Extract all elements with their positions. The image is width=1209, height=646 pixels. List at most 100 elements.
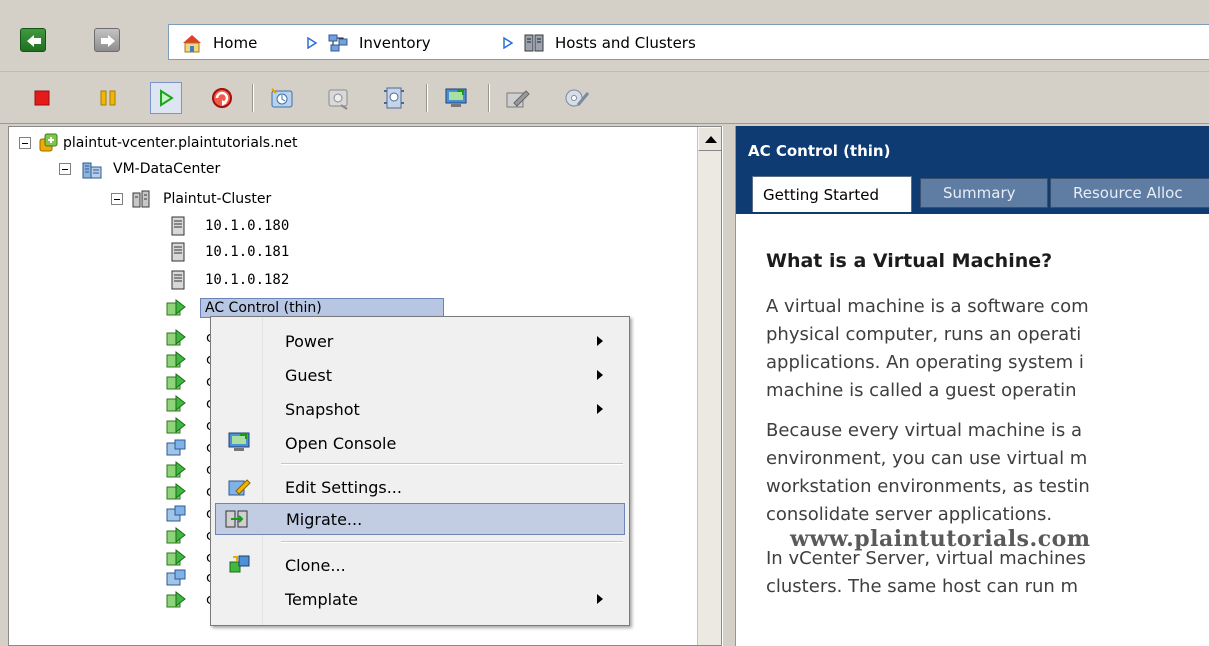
back-button[interactable] bbox=[20, 28, 46, 52]
tree-item-vm[interactable]: c bbox=[166, 547, 214, 569]
forward-button[interactable] bbox=[94, 28, 120, 52]
vm-powered-on-icon bbox=[166, 460, 186, 478]
content-text: clusters. The same host can run m bbox=[766, 576, 1079, 597]
collapse-toggle[interactable] bbox=[59, 163, 71, 175]
clone-icon bbox=[229, 555, 250, 573]
content-text: consolidate server applications. bbox=[766, 504, 1053, 525]
collapse-toggle[interactable] bbox=[19, 137, 31, 149]
tree-item-vm[interactable]: c bbox=[166, 437, 214, 459]
breadcrumb-hosts-clusters[interactable]: Hosts and Clusters bbox=[523, 32, 696, 54]
chevron-right-icon bbox=[307, 37, 317, 49]
menu-item-edit-settings[interactable]: Edit Settings... bbox=[215, 471, 625, 503]
content-text: workstation environments, as testin bbox=[766, 476, 1090, 497]
menu-item-clone[interactable]: Clone... bbox=[215, 549, 625, 581]
vm-powered-on-icon bbox=[166, 482, 186, 500]
submenu-arrow-icon bbox=[597, 336, 603, 346]
tab-getting-started[interactable]: Getting Started bbox=[752, 176, 912, 212]
menu-separator bbox=[281, 541, 623, 543]
tree-item-host-label: 10.1.0.180 bbox=[205, 218, 290, 234]
migrate-disk-icon bbox=[565, 89, 590, 107]
tree-scrollbar[interactable] bbox=[697, 127, 721, 645]
tree-item-vm[interactable]: c bbox=[166, 371, 214, 393]
power-off-button[interactable] bbox=[26, 82, 58, 114]
cluster-icon bbox=[132, 190, 150, 208]
console-button[interactable] bbox=[440, 82, 472, 114]
content-text: physical computer, runs an operati bbox=[766, 324, 1082, 345]
pause-icon bbox=[100, 90, 116, 106]
tab-resource-allocation-label: Resource Alloc bbox=[1073, 184, 1183, 202]
reset-button[interactable] bbox=[206, 82, 238, 114]
menu-item-template[interactable]: Template bbox=[215, 583, 625, 615]
edit-settings-button[interactable] bbox=[502, 82, 534, 114]
host-icon bbox=[171, 242, 185, 262]
menu-item-open-console[interactable]: Open Console bbox=[215, 427, 625, 459]
tree-item-vm[interactable]: c bbox=[166, 393, 214, 415]
menu-item-snapshot[interactable]: Snapshot bbox=[215, 393, 625, 425]
tree-item-host[interactable]: 10.1.0.181 bbox=[171, 241, 289, 263]
breadcrumb-home[interactable]: Home bbox=[181, 32, 257, 54]
revert-snapshot-button[interactable] bbox=[322, 82, 354, 114]
datacenter-icon bbox=[82, 162, 102, 179]
breadcrumb: Home Inventory Hosts and Clusters bbox=[168, 24, 1209, 60]
tree-item-vm[interactable]: c bbox=[166, 415, 214, 437]
details-title: AC Control (thin) bbox=[748, 142, 891, 160]
tree-item-vm[interactable]: c bbox=[166, 459, 214, 481]
inventory-icon bbox=[328, 34, 348, 52]
breadcrumb-hosts-clusters-label: Hosts and Clusters bbox=[555, 34, 696, 52]
menu-item-migrate[interactable]: Migrate... bbox=[215, 503, 625, 535]
vm-powered-off-icon bbox=[166, 505, 186, 522]
navigation-bar: Home Inventory Hosts and Clusters bbox=[0, 0, 1209, 72]
tree-item-vm[interactable]: c bbox=[166, 327, 214, 349]
toolbar-separator bbox=[252, 84, 254, 112]
tree-item-vm[interactable]: c bbox=[166, 589, 214, 611]
suspend-button[interactable] bbox=[92, 82, 124, 114]
collapse-toggle[interactable] bbox=[111, 193, 123, 205]
scroll-up-button[interactable] bbox=[698, 127, 721, 151]
menu-separator bbox=[281, 463, 623, 465]
tree-item-cluster[interactable]: Plaintut-Cluster bbox=[131, 188, 271, 210]
menu-item-guest[interactable]: Guest bbox=[215, 359, 625, 391]
breadcrumb-inventory[interactable]: Inventory bbox=[327, 32, 431, 54]
vcenter-icon bbox=[39, 133, 58, 152]
tab-resource-allocation[interactable]: Resource Alloc bbox=[1050, 178, 1209, 208]
breadcrumb-home-label: Home bbox=[213, 34, 258, 52]
tab-summary[interactable]: Summary bbox=[920, 178, 1048, 208]
tree-item-datacenter[interactable]: VM-DataCenter bbox=[81, 158, 220, 180]
snapshot-manager-button[interactable] bbox=[378, 82, 410, 114]
tree-item-vm[interactable]: c bbox=[166, 349, 214, 371]
vm-powered-on-icon bbox=[166, 372, 186, 390]
reset-icon bbox=[212, 88, 232, 108]
pane-splitter[interactable] bbox=[722, 126, 736, 646]
submenu-arrow-icon bbox=[597, 594, 603, 604]
tree-item-vm[interactable]: c bbox=[166, 567, 214, 589]
migrate-disk-button[interactable] bbox=[560, 82, 592, 114]
vm-powered-on-icon bbox=[166, 416, 186, 434]
tree-item-host[interactable]: 10.1.0.182 bbox=[171, 269, 289, 291]
tree-item-vm-selected-label: AC Control (thin) bbox=[200, 298, 444, 318]
submenu-arrow-icon bbox=[597, 404, 603, 414]
menu-item-template-label: Template bbox=[285, 589, 359, 609]
content-text: A virtual machine is a software com bbox=[766, 296, 1089, 317]
vm-powered-on-icon bbox=[166, 548, 186, 566]
menu-item-edit-settings-label: Edit Settings... bbox=[285, 477, 402, 497]
toolbar bbox=[0, 72, 1209, 124]
submenu-arrow-icon bbox=[597, 370, 603, 380]
menu-item-power-label: Power bbox=[285, 331, 334, 351]
edit-settings-icon bbox=[506, 90, 530, 108]
tree-item-vm[interactable]: c bbox=[166, 525, 214, 547]
tree-item-vm[interactable]: c bbox=[166, 481, 214, 503]
tree-item-host-label: 10.1.0.181 bbox=[205, 244, 290, 260]
menu-item-snapshot-label: Snapshot bbox=[285, 399, 360, 419]
take-snapshot-button[interactable] bbox=[266, 82, 298, 114]
details-header: AC Control (thin) Getting Started Summar… bbox=[736, 126, 1209, 214]
context-menu: Power Guest Snapshot Open Console Edit S… bbox=[210, 316, 630, 626]
tree-item-vm[interactable]: c bbox=[166, 503, 214, 525]
menu-item-power[interactable]: Power bbox=[215, 325, 625, 357]
tab-summary-label: Summary bbox=[943, 184, 1016, 202]
console-icon bbox=[445, 88, 467, 107]
power-on-button[interactable] bbox=[150, 82, 182, 114]
menu-item-migrate-label: Migrate... bbox=[286, 509, 363, 529]
tree-item-host[interactable]: 10.1.0.180 bbox=[171, 215, 289, 237]
host-icon bbox=[171, 216, 185, 236]
tree-item-vcenter[interactable]: plaintut-vcenter.plaintutorials.net bbox=[39, 132, 298, 154]
